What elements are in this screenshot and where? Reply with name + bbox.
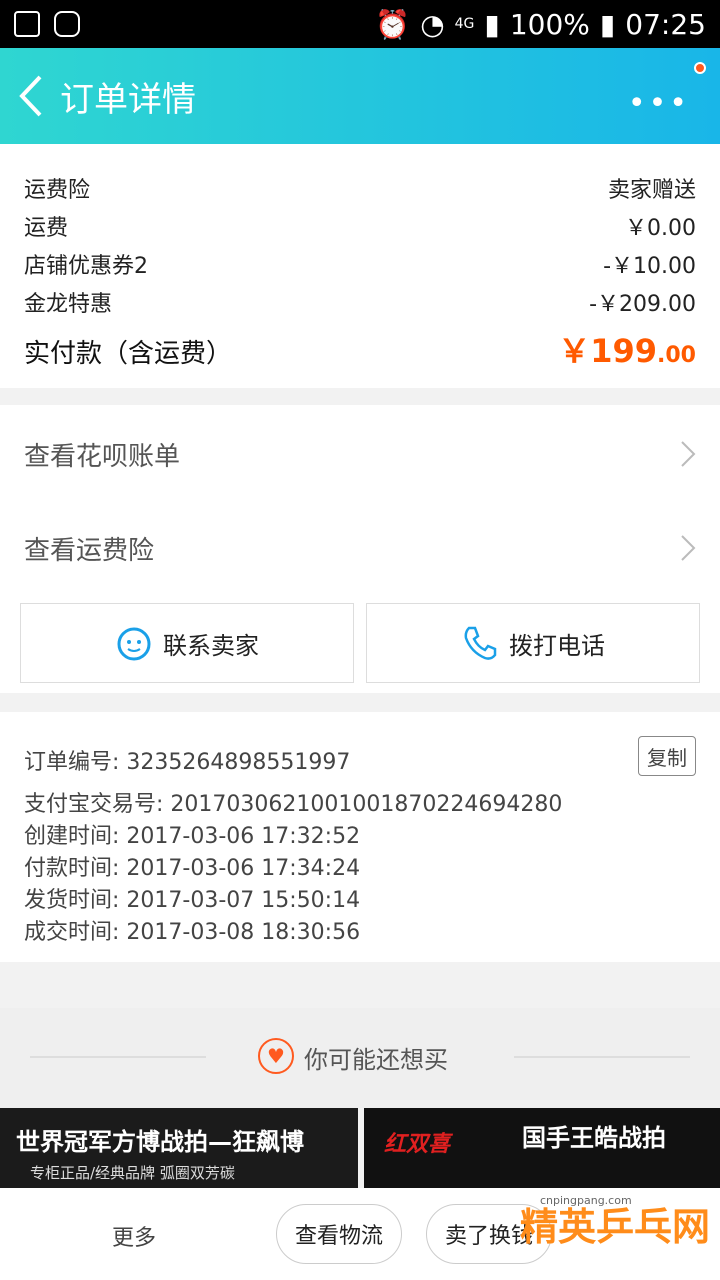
gallery-notification-icon — [14, 11, 40, 37]
chat-icon — [117, 627, 151, 661]
brand-logo: 红双喜 — [384, 1132, 451, 1157]
divider — [30, 1056, 206, 1058]
done-time-label: 成交时间: — [24, 920, 120, 945]
call-label: 拨打电话 — [509, 631, 605, 660]
watermark-url: cnpingpang.com — [539, 1194, 632, 1207]
chevron-left-icon — [19, 75, 42, 117]
recommend-section: ♥ 你可能还想买 — [0, 1008, 720, 1108]
shipped-time-value: 2017-03-07 15:50:14 — [126, 888, 361, 913]
cost-row: 运费 ￥0.00 — [24, 210, 696, 242]
cost-row: 运费险 卖家赠送 — [24, 172, 696, 204]
divider — [514, 1056, 690, 1058]
alipay-trade-line: 支付宝交易号: 2017030621001001870224694280 — [24, 786, 562, 818]
order-number-label: 订单编号: — [24, 750, 120, 775]
watermark: cnpingpang.com 精英乒乓网 — [519, 1194, 710, 1251]
cost-value: -￥209.00 — [589, 292, 696, 317]
order-info-panel: 订单编号: 3235264898551997 复制 支付宝交易号: 201703… — [0, 712, 720, 962]
view-logistics-button[interactable]: 查看物流 — [276, 1204, 402, 1264]
alarm-icon: ⏰ — [375, 7, 411, 41]
cost-row: 店铺优惠券2 -￥10.00 — [24, 248, 696, 280]
created-time-label: 创建时间: — [24, 824, 120, 849]
cost-value: -￥10.00 — [603, 254, 696, 279]
signal-icon: ▮ — [484, 7, 500, 41]
paid-time-value: 2017-03-06 17:34:24 — [126, 856, 361, 881]
done-time-line: 成交时间: 2017-03-08 18:30:56 — [24, 914, 360, 946]
alipay-trade-value: 2017030621001001870224694280 — [170, 792, 563, 817]
total-currency: ￥ — [558, 332, 591, 370]
app-notification-icon — [54, 11, 80, 37]
chevron-right-icon — [681, 441, 696, 467]
shipped-time-line: 发货时间: 2017-03-07 15:50:14 — [24, 882, 360, 914]
cost-summary-panel: 运费险 卖家赠送 运费 ￥0.00 店铺优惠券2 -￥10.00 金龙特惠 -￥… — [0, 144, 720, 388]
total-row: 实付款（含运费） ￥199.00 — [24, 326, 696, 372]
recommend-product-card[interactable]: 红双喜 国手王皓战拍 — [364, 1108, 720, 1188]
chevron-right-icon — [681, 535, 696, 561]
freight-insurance-link[interactable]: 查看运费险 — [24, 523, 696, 573]
cost-row: 金龙特惠 -￥209.00 — [24, 286, 696, 318]
huabei-bill-link[interactable]: 查看花呗账单 — [24, 429, 696, 479]
page-title: 订单详情 — [60, 79, 196, 120]
battery-icon: ▮ — [599, 7, 616, 41]
notification-dot — [694, 62, 706, 74]
shipped-time-label: 发货时间: — [24, 888, 120, 913]
order-number-line: 订单编号: 3235264898551997 — [24, 744, 350, 776]
cost-label: 店铺优惠券2 — [24, 254, 148, 279]
nav-bar: 订单详情 ••• — [0, 48, 720, 144]
cost-value: ￥0.00 — [625, 216, 696, 241]
recommend-product-card[interactable]: 世界冠军方博战拍—狂飙博 专柜正品/经典品牌 弧圈双芳碳 — [0, 1108, 358, 1188]
total-integer: 199 — [590, 332, 658, 370]
clock: 07:25 — [625, 7, 706, 41]
contact-seller-button[interactable]: 联系卖家 — [20, 603, 354, 683]
paid-time-label: 付款时间: — [24, 856, 120, 881]
links-panel: 查看花呗账单 查看运费险 联系卖家 拨打电话 — [0, 405, 720, 693]
cost-label: 运费 — [24, 216, 69, 241]
product-subtitle: 专柜正品/经典品牌 弧圈双芳碳 — [30, 1164, 235, 1182]
alipay-trade-label: 支付宝交易号: — [24, 792, 164, 817]
order-number-value: 3235264898551997 — [126, 750, 351, 775]
cost-label: 运费险 — [24, 178, 91, 203]
cost-value: 卖家赠送 — [607, 178, 696, 203]
cost-label: 金龙特惠 — [24, 292, 113, 317]
created-time-line: 创建时间: 2017-03-06 17:32:52 — [24, 818, 360, 850]
paid-time-line: 付款时间: 2017-03-06 17:34:24 — [24, 850, 360, 882]
phone-icon — [464, 626, 497, 660]
heart-icon: ♥ — [258, 1038, 294, 1074]
copy-order-number-button[interactable]: 复制 — [638, 736, 696, 776]
freight-insurance-label: 查看运费险 — [24, 535, 155, 566]
status-bar: ⏰ ◔ 4G ▮ 100% ▮ 07:25 — [0, 0, 720, 48]
call-button[interactable]: 拨打电话 — [366, 603, 700, 683]
more-menu-button[interactable]: ••• — [628, 86, 690, 121]
total-amount: ￥199.00 — [558, 326, 696, 372]
done-time-value: 2017-03-08 18:30:56 — [126, 920, 361, 945]
battery-level: 100% — [509, 7, 590, 41]
bottom-action-bar: 更多 查看物流 卖了换钱 cnpingpang.com 精英乒乓网 — [0, 1188, 720, 1280]
huabei-bill-label: 查看花呗账单 — [24, 441, 181, 472]
product-title: 国手王皓战拍 — [522, 1124, 666, 1152]
product-title: 世界冠军方博战拍—狂飙博 — [16, 1128, 304, 1156]
more-button[interactable]: 更多 — [112, 1220, 156, 1252]
network-type: 4G — [454, 16, 475, 32]
recommend-title: 你可能还想买 — [304, 1046, 448, 1074]
wifi-icon: ◔ — [420, 7, 445, 41]
back-button[interactable] — [0, 48, 60, 144]
contact-seller-label: 联系卖家 — [163, 631, 259, 660]
total-label: 实付款（含运费） — [24, 339, 233, 369]
total-decimal: .00 — [657, 343, 696, 368]
watermark-text: 精英乒乓网 — [519, 1205, 710, 1249]
created-time-value: 2017-03-06 17:32:52 — [126, 824, 361, 849]
